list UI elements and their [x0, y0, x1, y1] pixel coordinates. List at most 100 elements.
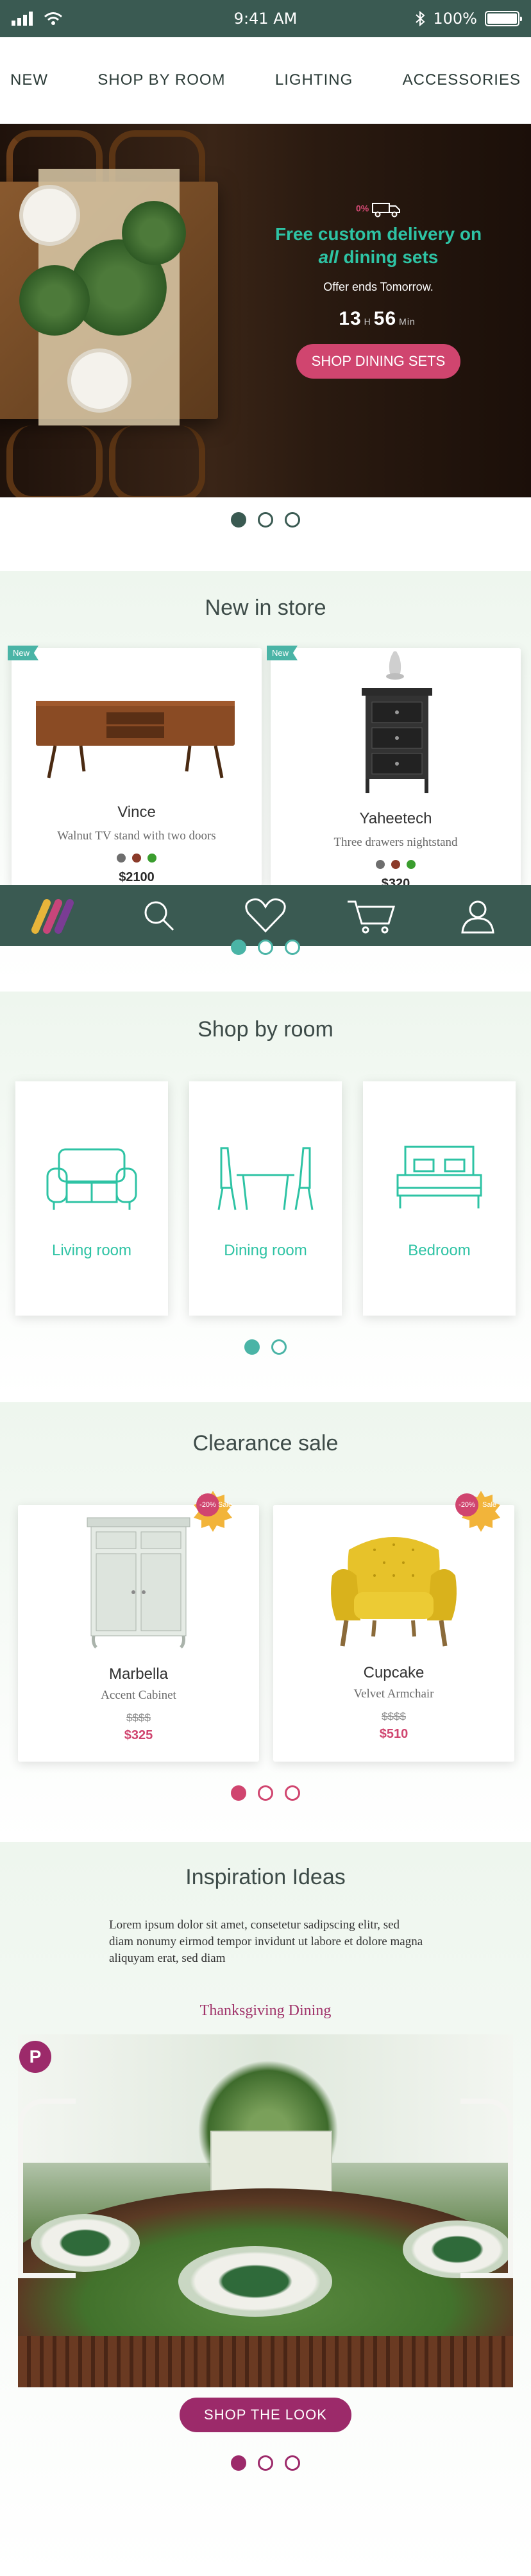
carousel-dot[interactable] — [271, 1339, 287, 1355]
carousel-dot[interactable] — [231, 512, 246, 528]
sale-product-card[interactable]: -20% Sale Cupcake Velvet Armchair $$$$ $… — [273, 1491, 514, 1762]
clearance-carousel-dots — [0, 1785, 531, 1801]
sofa-icon — [46, 1148, 137, 1210]
carousel-dot[interactable] — [285, 1785, 300, 1801]
product-card[interactable]: New Yaheetech Three drawers nightstand $… — [267, 646, 521, 891]
armchair-image — [331, 1537, 457, 1647]
carousel-dot[interactable] — [231, 1785, 246, 1801]
user-icon[interactable] — [452, 890, 503, 941]
carousel-dot[interactable] — [244, 1339, 260, 1355]
bluetooth-icon — [416, 11, 425, 26]
pinterest-icon[interactable]: P — [19, 2041, 51, 2073]
bed-icon — [396, 1146, 482, 1208]
countdown-minutes: 56 — [373, 308, 397, 329]
nav-accessories[interactable]: ACCESSORIES — [403, 71, 521, 89]
hero-plate — [67, 348, 131, 413]
new-in-store-carousel-dots — [0, 940, 531, 955]
cabinet-image — [87, 1517, 190, 1649]
new-in-store-title: New in store — [205, 596, 326, 620]
room-label: Living room — [51, 1242, 132, 1259]
color-swatches — [12, 854, 262, 863]
page: 9:41 AM 100% NEW SHOP BY ROOM LIGHTING A… — [0, 0, 531, 2576]
carousel-dot[interactable] — [285, 940, 300, 955]
heart-icon[interactable] — [240, 890, 291, 941]
countdown: 13 H 56 Min — [269, 308, 487, 330]
shop-the-look-button[interactable]: SHOP THE LOOK — [180, 2398, 351, 2432]
carousel-dot[interactable] — [285, 2455, 300, 2471]
carousel-dot[interactable] — [231, 940, 246, 955]
hero-headline: Free custom delivery on all dining sets — [269, 223, 487, 269]
color-swatch[interactable] — [117, 854, 126, 863]
hero-headline-line1: Free custom delivery on — [274, 224, 482, 244]
carousel-dot[interactable] — [285, 512, 300, 528]
dining-table-icon — [217, 1147, 314, 1210]
image-table-edge — [18, 2336, 513, 2387]
countdown-hours-unit: H — [364, 316, 371, 327]
carousel-dot[interactable] — [231, 2455, 246, 2471]
hero-plate — [19, 185, 80, 246]
hero-subtext: Offer ends Tomorrow. — [323, 280, 434, 293]
image-chair — [460, 2099, 513, 2278]
hero-greenery — [19, 265, 90, 336]
old-price: $$$$ — [382, 1710, 406, 1722]
color-swatches — [271, 860, 521, 869]
carousel-dot[interactable] — [258, 940, 273, 955]
nightstand-image — [362, 651, 432, 793]
hero-headline-italic: all — [318, 247, 339, 267]
color-swatch[interactable] — [407, 860, 416, 869]
hero-copy: 0% Free custom delivery on all dining se… — [269, 201, 487, 379]
carousel-dot[interactable] — [258, 2455, 273, 2471]
old-price: $$$$ — [126, 1712, 151, 1724]
wifi-icon — [44, 12, 62, 25]
room-card-living-room[interactable]: Living room — [15, 1081, 168, 1316]
countdown-hours: 13 — [339, 308, 362, 329]
image-plate — [178, 2246, 332, 2317]
room-card-dining-room[interactable]: Dining room — [189, 1081, 342, 1316]
status-time: 9:41 AM — [233, 10, 298, 28]
delivery-truck-icon: 0% — [269, 201, 487, 218]
discount-badge: -20% — [196, 1493, 219, 1516]
sale-product-card[interactable]: -20% Sale Marbella Accent Cabinet $$$$ $… — [18, 1491, 259, 1762]
inspiration-title: Inspiration Ideas — [185, 1865, 346, 1889]
bottom-tab-bar — [0, 885, 531, 946]
carousel-dot[interactable] — [258, 512, 273, 528]
signal-icon — [12, 12, 33, 26]
room-card-bedroom[interactable]: Bedroom — [363, 1081, 516, 1316]
inspiration-image[interactable] — [18, 2034, 513, 2387]
product-card[interactable]: New Vince Walnut TV stand with two doors… — [8, 646, 262, 886]
product-description: Walnut TV stand with two doors — [57, 829, 216, 843]
inspiration-text: Lorem ipsum dolor sit amet, consetetur s… — [109, 1918, 423, 1965]
color-swatch[interactable] — [148, 854, 156, 863]
new-badge: New — [8, 646, 39, 660]
hero-banner[interactable]: 0% Free custom delivery on all dining se… — [0, 124, 531, 497]
battery-percent: 100% — [433, 10, 477, 28]
carousel-dot[interactable] — [258, 1785, 273, 1801]
hero-greenery — [122, 201, 186, 265]
search-icon[interactable] — [133, 890, 185, 941]
app-logo-icon[interactable] — [28, 890, 79, 941]
sale-label: Sale — [482, 1501, 497, 1509]
image-chair — [18, 2099, 76, 2278]
cart-icon[interactable] — [346, 890, 398, 941]
inspiration-carousel-dots — [0, 2455, 531, 2471]
nav-shop-by-room[interactable]: SHOP BY ROOM — [97, 71, 225, 89]
hero-chair — [109, 425, 205, 497]
product-price: $2100 — [119, 870, 155, 884]
battery-icon — [485, 11, 522, 26]
status-bar: 9:41 AM 100% — [0, 0, 531, 37]
room-label: Dining room — [224, 1242, 307, 1259]
color-swatch[interactable] — [376, 860, 385, 869]
nav-new[interactable]: NEW — [10, 71, 48, 89]
color-swatch[interactable] — [391, 860, 400, 869]
sale-label: Sale — [218, 1501, 233, 1509]
product-description: Velvet Armchair — [353, 1687, 434, 1701]
room-label: Bedroom — [408, 1242, 471, 1259]
countdown-minutes-unit: Min — [399, 316, 416, 327]
product-name: Cupcake — [363, 1664, 425, 1681]
product-name: Yaheetech — [359, 810, 432, 827]
color-swatch[interactable] — [132, 854, 141, 863]
shop-dining-sets-button[interactable]: SHOP DINING SETS — [296, 344, 461, 379]
shop-by-room-title: Shop by room — [198, 1017, 333, 1042]
nav-lighting[interactable]: LIGHTING — [275, 71, 353, 89]
hero-chair — [6, 425, 103, 497]
